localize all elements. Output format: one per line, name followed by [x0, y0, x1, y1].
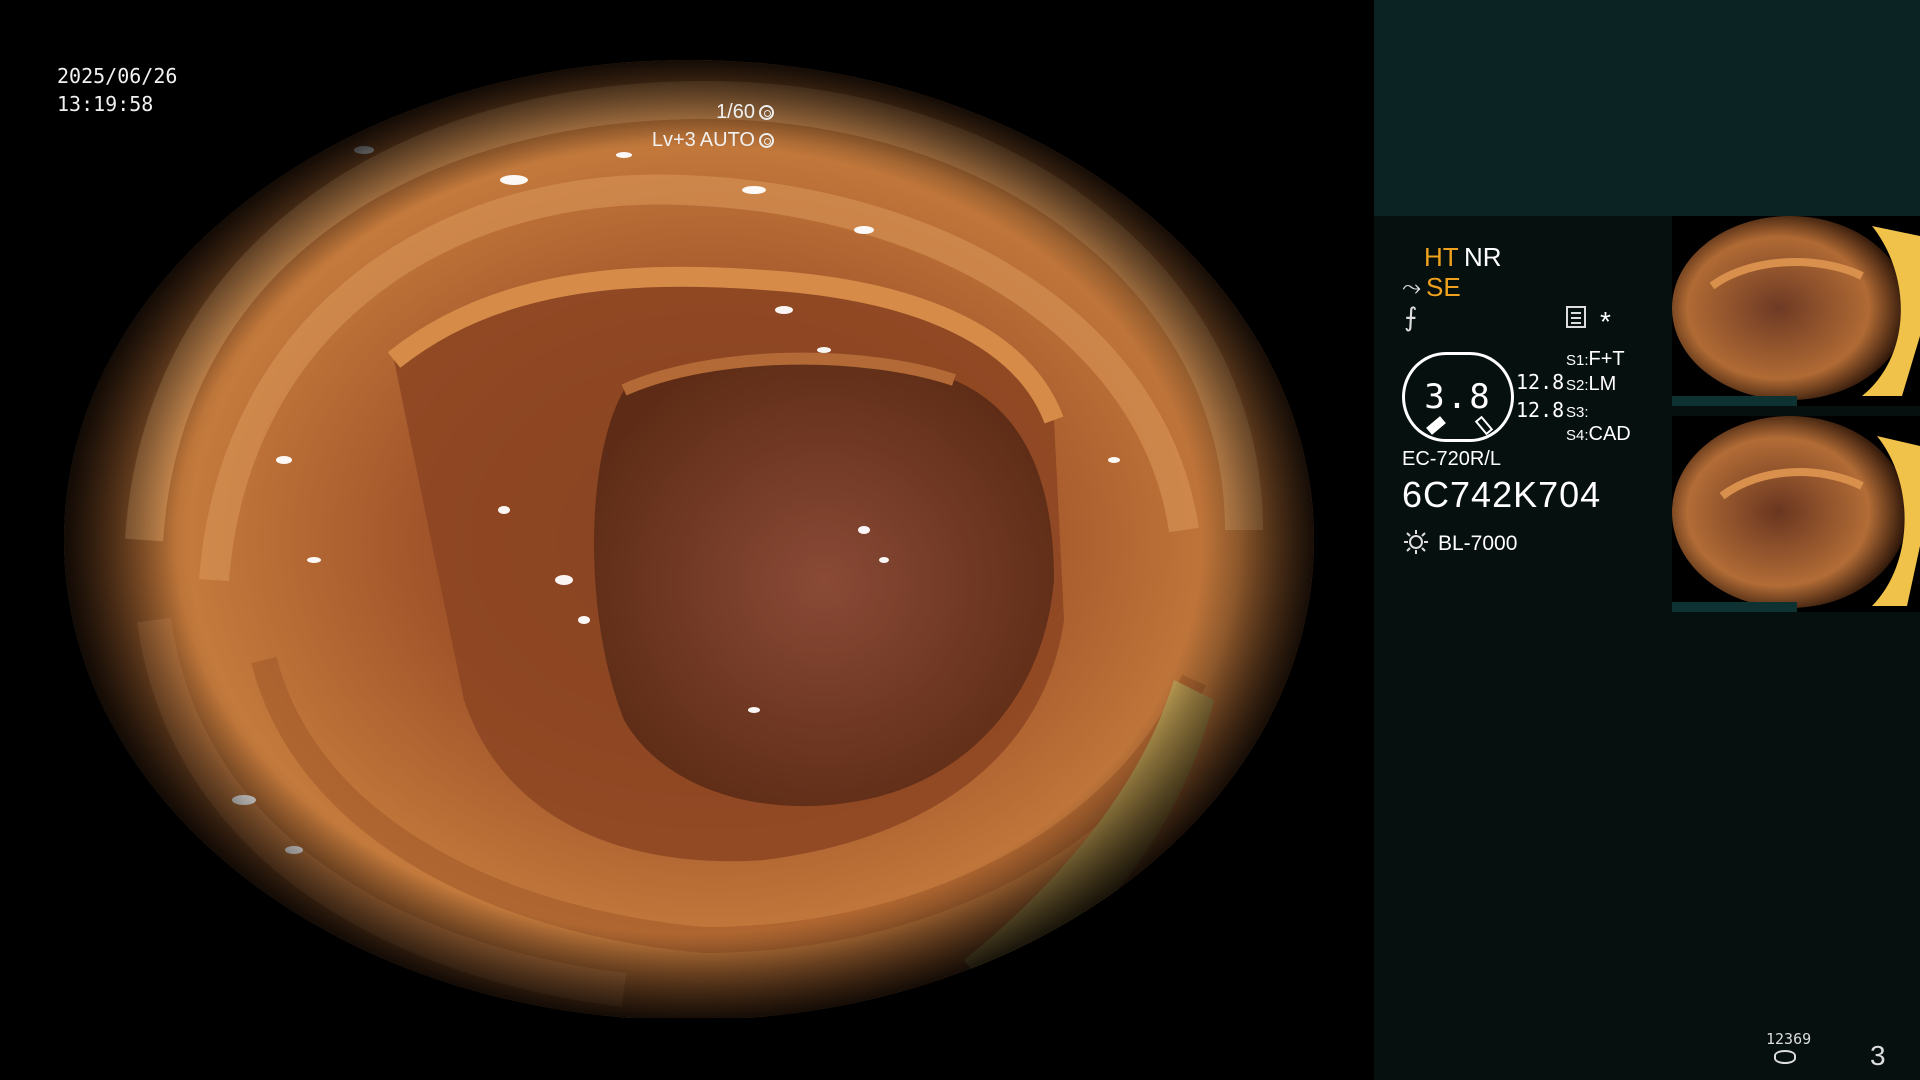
image-mask-top: [0, 0, 1374, 60]
gauge-lower-value: 12.8: [1516, 398, 1565, 422]
switch-key: S3:: [1566, 404, 1589, 421]
switch-s1: S1:F+T: [1566, 348, 1625, 371]
light-source-model: BL-7000: [1438, 532, 1518, 555]
endoscope-image: [64, 60, 1314, 1020]
endoscope-view: 2025/06/26 13:19:58 1/60 Lv+3 AUTO: [0, 0, 1374, 1080]
switch-key: S1:: [1566, 352, 1589, 369]
switch-value: CAD: [1588, 423, 1631, 445]
switch-value: F+T: [1588, 348, 1625, 370]
shutter-icon: [759, 104, 774, 120]
scope-model: EC-720R/L: [1402, 448, 1501, 470]
time-text: 13:19:58: [57, 92, 154, 116]
image-count: 12369: [1766, 1030, 1812, 1048]
asterisk-indicator: *: [1600, 306, 1611, 337]
scope-angle-icon: ⤳: [1402, 274, 1422, 301]
nr-indicator: NR: [1464, 242, 1502, 272]
switch-key: S4:: [1566, 427, 1589, 444]
capture-thumbnail-2[interactable]: [1672, 416, 1920, 612]
gauge-marker-right: [1474, 415, 1494, 436]
gauge-value: 3.8: [1424, 377, 1492, 417]
ht-indicator: HT: [1424, 242, 1459, 272]
switch-key: S2:: [1566, 377, 1589, 394]
record-doc-icon: [1566, 306, 1586, 328]
date-text: 2025/06/26: [57, 64, 178, 88]
switch-s3: S3:: [1566, 400, 1589, 423]
datetime-readout: 2025/06/26 13:19:58: [57, 62, 177, 118]
zoom-gauge: 3.8: [1402, 352, 1514, 442]
thumbnail-image: [1672, 216, 1920, 400]
page-number: 3: [1870, 1040, 1886, 1071]
thumbnail-image: [1672, 416, 1920, 608]
gauge-marker-left: [1426, 416, 1446, 435]
capture-thumbnail-1[interactable]: [1672, 216, 1920, 406]
image-mask-bottom: [0, 1018, 1374, 1080]
info-panel: HT NR ⤳ SE ⨍ * 3.8 12.8 12.8 S1:F+T S2:L…: [1374, 0, 1920, 1080]
panel-header-area: [1374, 0, 1920, 216]
storage-icon: [1774, 1050, 1796, 1064]
switch-s4: S4:CAD: [1566, 423, 1631, 446]
se-indicator: SE: [1426, 272, 1461, 302]
switch-value: LM: [1588, 373, 1617, 395]
switch-s2: S2:LM: [1566, 373, 1616, 396]
thumbnail-bar: [1672, 396, 1797, 406]
sharpness-icon: ⨍: [1404, 302, 1418, 332]
light-source-icon: [1404, 530, 1428, 554]
iris-icon: [759, 132, 774, 148]
shutter-text: 1/60: [716, 101, 755, 123]
exposure-readout: 1/60 Lv+3 AUTO: [652, 98, 774, 154]
gauge-upper-value: 12.8: [1516, 370, 1565, 394]
scope-serial: 6C742K704: [1402, 474, 1602, 515]
level-text: Lv+3: [651, 129, 696, 151]
thumbnail-bar: [1672, 602, 1797, 612]
mode-text: AUTO: [699, 129, 755, 151]
